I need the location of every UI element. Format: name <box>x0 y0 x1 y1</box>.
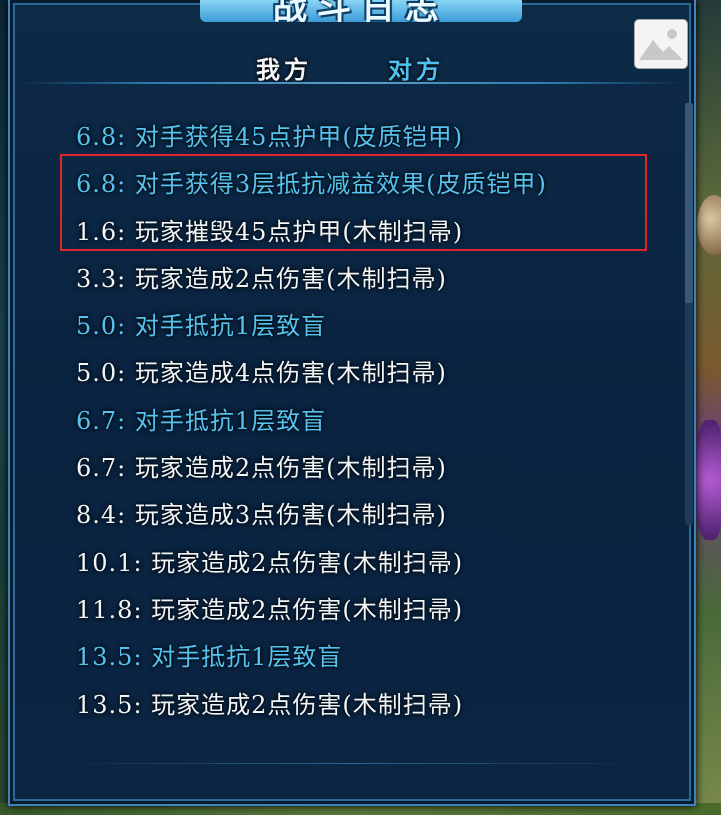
log-entry: 5.0: 对手抵抗1层致盲 <box>76 312 327 341</box>
log-entry: 6.7: 玩家造成2点伤害(木制扫帚) <box>76 454 447 483</box>
log-entry: 11.8: 玩家造成2点伤害(木制扫帚) <box>76 595 464 624</box>
highlight-annotation-box <box>60 154 647 251</box>
log-entry: 8.4: 玩家造成3点伤害(木制扫帚) <box>76 501 447 530</box>
log-entry: 10.1: 玩家造成2点伤害(木制扫帚) <box>76 548 464 577</box>
tab-our-side[interactable]: 我方 <box>256 50 312 85</box>
log-entry: 3.3: 玩家造成2点伤害(木制扫帚) <box>76 264 447 293</box>
tab-opponent-side[interactable]: 对方 <box>388 50 444 85</box>
footer-divider <box>50 763 654 764</box>
scrollbar-thumb[interactable] <box>685 103 693 303</box>
title-banner: 战斗日志 <box>200 0 522 22</box>
header-divider <box>20 82 684 84</box>
log-scrollbar[interactable] <box>685 103 693 525</box>
log-entry: 5.0: 玩家造成4点伤害(木制扫帚) <box>76 359 447 388</box>
log-entry: 6.7: 对手抵抗1层致盲 <box>76 406 327 435</box>
image-icon[interactable] <box>635 20 687 68</box>
panel-title: 战斗日志 <box>273 0 449 22</box>
game-object-creature <box>695 420 721 540</box>
game-background-right <box>693 0 721 815</box>
log-entry: 13.5: 玩家造成2点伤害(木制扫帚) <box>76 690 464 719</box>
log-entry: 13.5: 对手抵抗1层致盲 <box>76 643 343 672</box>
